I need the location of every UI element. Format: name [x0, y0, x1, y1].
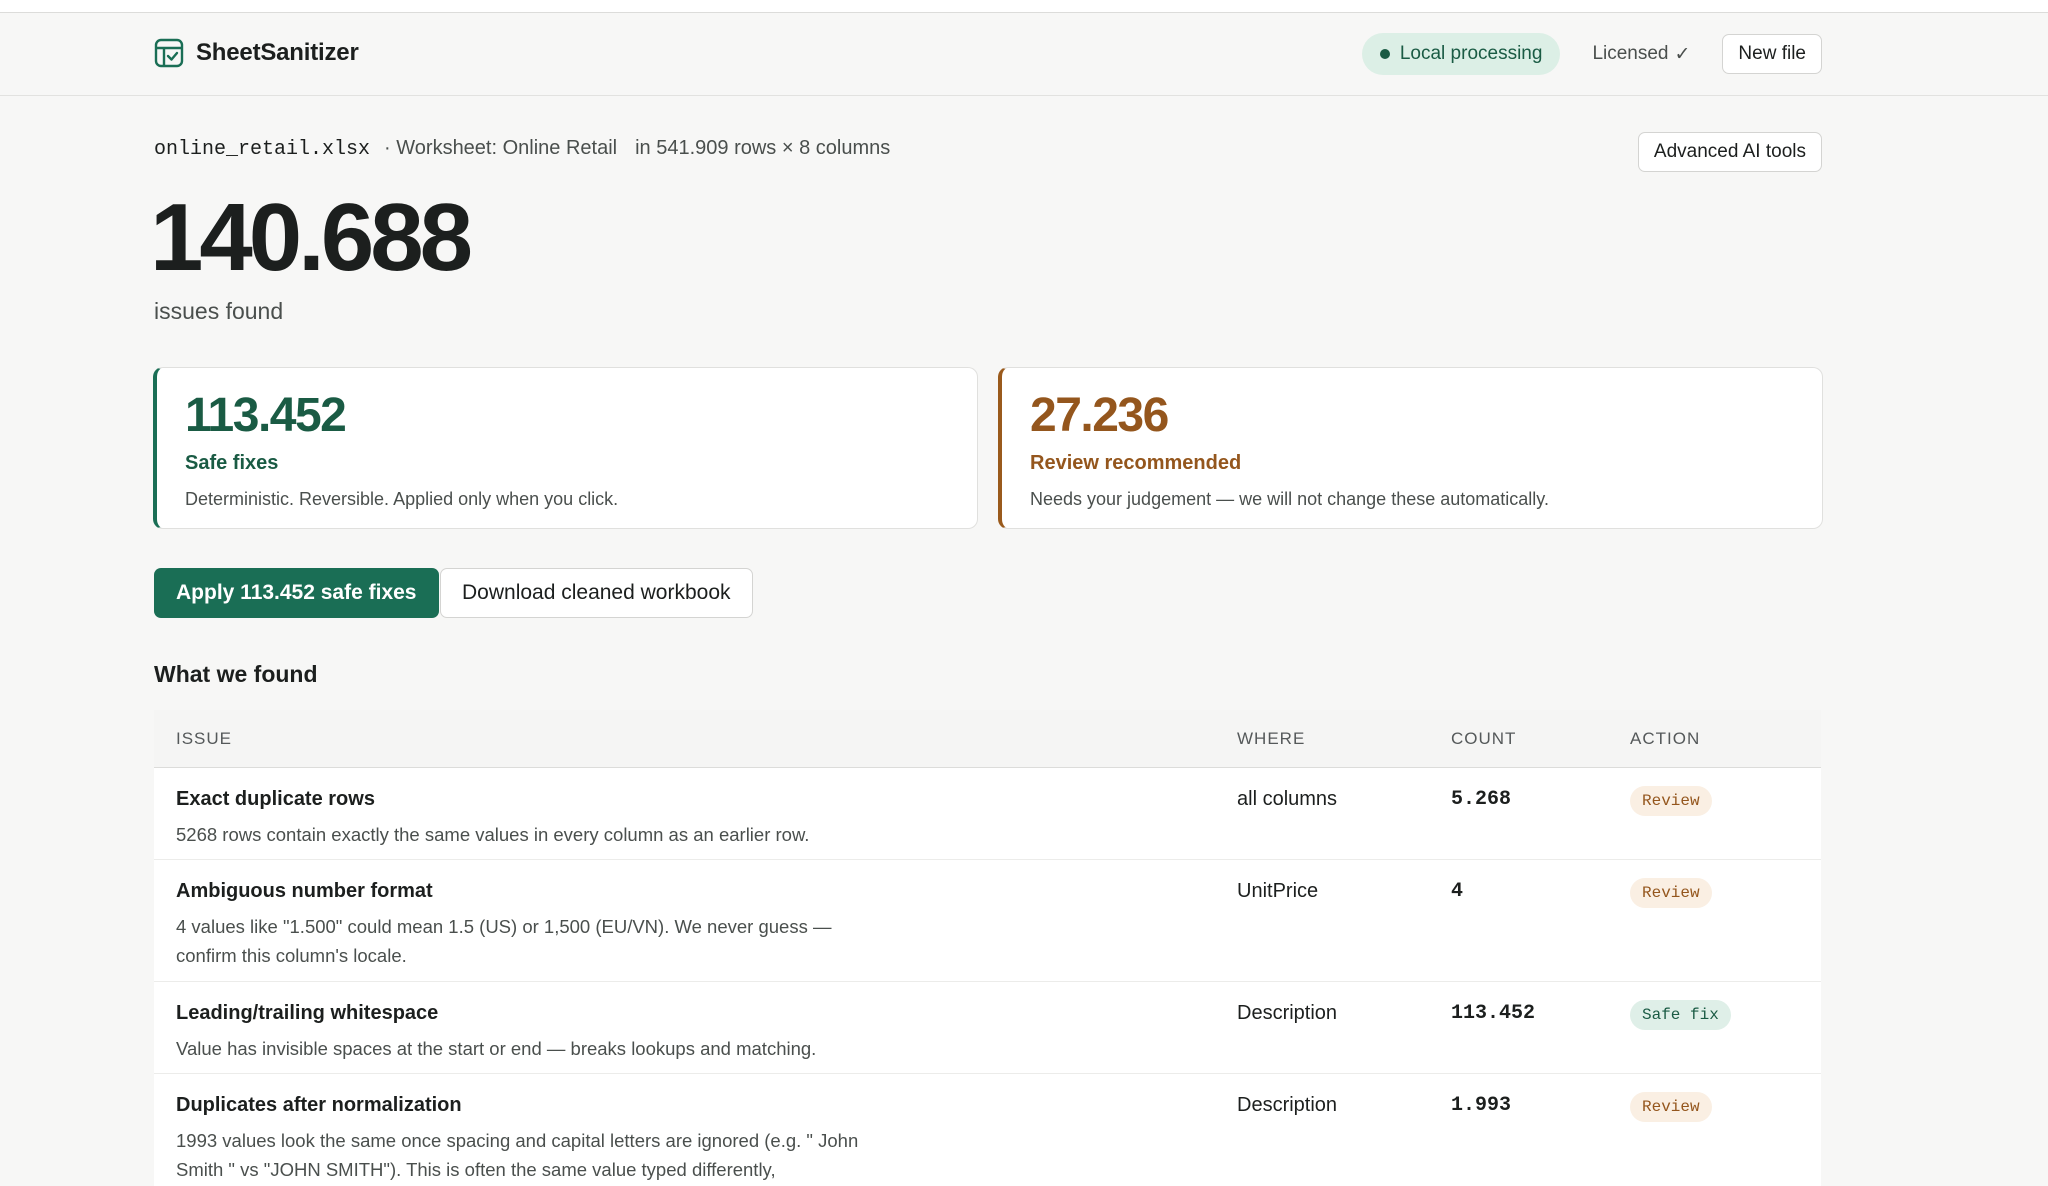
app-header: SheetSanitizer Local processing Licensed… — [0, 14, 2048, 96]
apply-safe-fixes-button[interactable]: Apply 113.452 safe fixes — [154, 568, 439, 618]
worksheet-name: · Worksheet: Online Retail — [384, 137, 618, 159]
table-row: Exact duplicate rows 5268 rows contain e… — [154, 768, 1821, 860]
issue-description: 4 values like "1.500" could mean 1.5 (US… — [176, 916, 832, 966]
issue-count: 1.993 — [1451, 1094, 1512, 1117]
app-name: SheetSanitizer — [196, 39, 359, 66]
advanced-ai-tools-button[interactable]: Advanced AI tools — [1637, 132, 1822, 172]
total-issues-count: 140.688 — [150, 184, 473, 291]
total-issues-label: issues found — [154, 298, 284, 324]
local-processing-badge: Local processing — [1361, 33, 1561, 75]
sheet-check-icon — [154, 38, 184, 68]
new-file-button[interactable]: New file — [1722, 34, 1822, 74]
findings-title: What we found — [154, 661, 318, 687]
review-description: Needs your judgement — we will not chang… — [1030, 489, 1549, 509]
issue-count: 5.268 — [1451, 788, 1512, 811]
issue-description: 5268 rows contain exactly the same value… — [176, 824, 810, 845]
safe-fixes-label: Safe fixes — [185, 452, 279, 474]
review-count: 27.236 — [1030, 389, 1169, 442]
review-action-badge[interactable]: Review — [1630, 786, 1712, 816]
licensed-status: Licensed ✓ — [1582, 43, 1700, 66]
review-action-badge[interactable]: Review — [1630, 1092, 1712, 1122]
review-action-badge[interactable]: Review — [1630, 878, 1712, 908]
header-actions: Local processing Licensed ✓ New file — [1361, 33, 1822, 75]
issue-title: Exact duplicate rows — [176, 788, 375, 810]
review-label: Review recommended — [1030, 452, 1242, 474]
safe-fixes-count: 113.452 — [185, 389, 347, 442]
safe-fixes-card: 113.452 Safe fixes Deterministic. Revers… — [153, 367, 978, 529]
check-icon: ✓ — [1674, 43, 1691, 65]
safe-fix-action-badge[interactable]: Safe fix — [1630, 1000, 1731, 1030]
issue-where: all columns — [1237, 788, 1338, 810]
column-header-count: COUNT — [1451, 728, 1517, 748]
licensed-label: Licensed — [1592, 43, 1669, 64]
issue-count: 4 — [1451, 880, 1464, 903]
download-cleaned-workbook-button[interactable]: Download cleaned workbook — [440, 568, 753, 618]
table-row: Duplicates after normalization 1993 valu… — [154, 1074, 1821, 1186]
table-header: ISSUE WHERE COUNT ACTION — [154, 710, 1821, 768]
table-row: Leading/trailing whitespace Value has in… — [154, 982, 1821, 1074]
review-card: 27.236 Review recommended Needs your jud… — [998, 367, 1823, 529]
column-header-issue: ISSUE — [176, 728, 233, 748]
issue-title: Ambiguous number format — [176, 880, 433, 902]
issue-where: Description — [1237, 1094, 1338, 1116]
file-meta: online_retail.xlsx · Worksheet: Online R… — [154, 137, 890, 161]
issue-title: Leading/trailing whitespace — [176, 1002, 439, 1024]
brand[interactable]: SheetSanitizer — [154, 38, 359, 68]
issue-description: Value has invisible spaces at the start … — [176, 1038, 817, 1059]
issue-title: Duplicates after normalization — [176, 1094, 462, 1116]
issue-where: UnitPrice — [1237, 880, 1319, 902]
findings-table: ISSUE WHERE COUNT ACTION Exact duplicate… — [154, 710, 1821, 1186]
issue-description: 1993 values look the same once spacing a… — [176, 1130, 859, 1180]
file-name: online_retail.xlsx — [154, 138, 371, 161]
issue-count: 113.452 — [1451, 1002, 1536, 1025]
column-header-where: WHERE — [1237, 728, 1306, 748]
local-processing-label: Local processing — [1399, 43, 1543, 64]
sheet-dimensions: in 541.909 rows × 8 columns — [635, 137, 891, 159]
table-row: Ambiguous number format 4 values like "1… — [154, 860, 1821, 982]
issue-where: Description — [1237, 1002, 1338, 1024]
window-top-edge — [0, 0, 2048, 13]
column-header-action: ACTION — [1630, 728, 1701, 748]
status-dot-icon — [1379, 49, 1390, 59]
safe-fixes-description: Deterministic. Reversible. Applied only … — [185, 489, 619, 509]
